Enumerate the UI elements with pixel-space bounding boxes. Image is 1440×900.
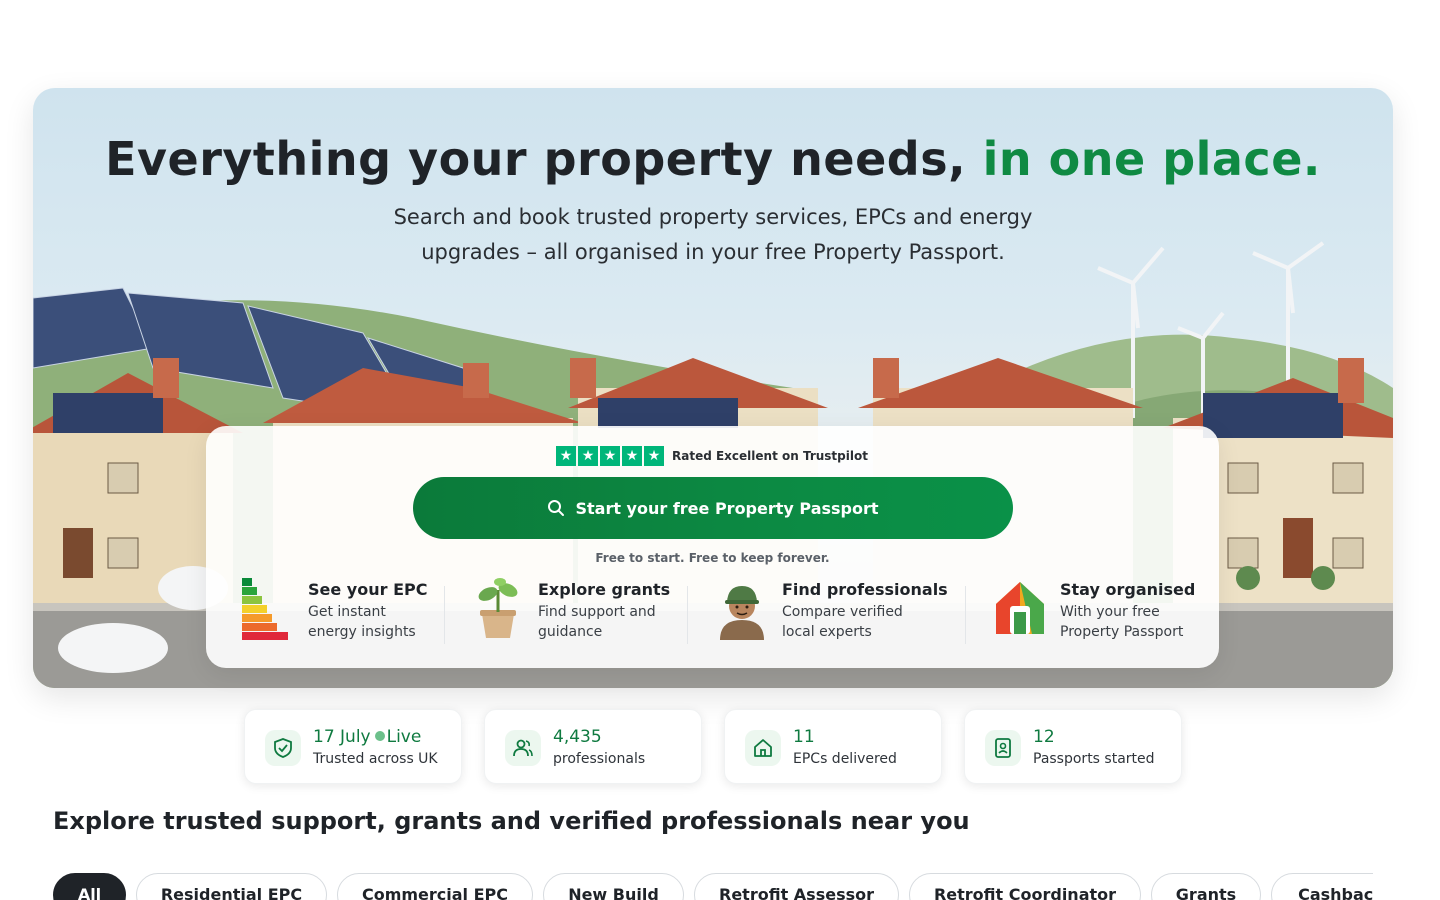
chip-new-build[interactable]: New Build — [543, 873, 684, 900]
feature-title: Explore grants — [538, 580, 671, 599]
section-title: Explore trusted support, grants and veri… — [53, 807, 970, 835]
feature-desc: With your free Property Passport — [1060, 604, 1184, 640]
house-passport-icon — [996, 582, 1044, 634]
divider — [444, 586, 445, 644]
feature-see-epc[interactable]: See your EPC Get instant energy insights — [240, 576, 438, 646]
stat-value: 12 — [1033, 727, 1055, 747]
stat-trusted: 17 July Live Trusted across UK — [244, 709, 462, 784]
category-filter-bar: All Residential EPC Commercial EPC New B… — [53, 873, 1373, 900]
trustpilot-stars: ★ ★ ★ ★ ★ — [556, 446, 664, 466]
hero-title-main: Everything your property needs, — [105, 132, 983, 186]
hero-title-accent: in one place. — [982, 132, 1321, 186]
stat-label: Passports started — [1033, 751, 1155, 767]
stat-professionals: 4,435 professionals — [484, 709, 702, 784]
star-icon: ★ — [644, 446, 664, 466]
stat-value: 17 July Live — [313, 727, 421, 747]
trustpilot-text: Rated Excellent on Trustpilot — [672, 449, 868, 463]
stat-value: 11 — [793, 727, 815, 747]
stat-passports: 12 Passports started — [964, 709, 1182, 784]
feature-desc: Get instant energy insights — [308, 604, 416, 640]
plant-pot-icon — [478, 578, 518, 638]
chip-all[interactable]: All — [53, 873, 126, 900]
chip-commercial-epc[interactable]: Commercial EPC — [337, 873, 533, 900]
feature-desc: Compare verified local experts — [782, 604, 903, 640]
epc-rating-chart-icon — [242, 578, 288, 640]
star-icon: ★ — [556, 446, 576, 466]
trustpilot-rating[interactable]: ★ ★ ★ ★ ★ Rated Excellent on Trustpilot — [556, 445, 868, 467]
stat-label: EPCs delivered — [793, 751, 897, 767]
chip-grants[interactable]: Grants — [1151, 873, 1261, 900]
feature-explore-grants[interactable]: Explore grants Find support and guidance — [470, 576, 670, 646]
chip-residential-epc[interactable]: Residential EPC — [136, 873, 327, 900]
shield-check-icon — [265, 730, 301, 766]
stat-label: Trusted across UK — [313, 751, 438, 767]
star-icon: ★ — [600, 446, 620, 466]
feature-desc: Find support and guidance — [538, 604, 656, 640]
chip-retrofit-assessor[interactable]: Retrofit Assessor — [694, 873, 899, 900]
star-icon: ★ — [578, 446, 598, 466]
cta-note: Free to start. Free to keep forever. — [595, 551, 830, 565]
stat-date: 17 July — [313, 727, 371, 747]
passport-card: ★ ★ ★ ★ ★ Rated Excellent on Trustpilot … — [206, 426, 1219, 668]
feature-stay-organised[interactable]: Stay organised With your free Property P… — [992, 576, 1195, 646]
passport-icon — [985, 730, 1021, 766]
divider — [687, 586, 688, 644]
divider — [965, 586, 966, 644]
home-icon — [745, 730, 781, 766]
hero-subtitle: Search and book trusted property service… — [393, 205, 1033, 264]
start-passport-label: Start your free Property Passport — [575, 498, 879, 518]
live-dot — [374, 731, 385, 741]
stat-value: 4,435 — [553, 727, 602, 747]
search-icon — [548, 500, 565, 516]
feature-find-professionals[interactable]: Find professionals Compare verified loca… — [714, 576, 948, 646]
feature-title: Find professionals — [782, 580, 948, 599]
hero-title: Everything your property needs, in one p… — [33, 132, 1393, 186]
start-passport-button[interactable]: Start your free Property Passport — [413, 477, 1013, 539]
stat-epcs: 11 EPCs delivered — [724, 709, 942, 784]
feature-title: Stay organised — [1060, 580, 1196, 599]
chip-cashback[interactable]: Cashback — [1271, 873, 1373, 900]
stat-live: Live — [386, 727, 422, 747]
users-icon — [505, 730, 541, 766]
star-icon: ★ — [622, 446, 642, 466]
feature-title: See your EPC — [308, 580, 428, 599]
chip-retrofit-coordinator[interactable]: Retrofit Coordinator — [909, 873, 1141, 900]
professional-avatar-icon — [720, 586, 764, 640]
stat-label: professionals — [553, 751, 646, 767]
